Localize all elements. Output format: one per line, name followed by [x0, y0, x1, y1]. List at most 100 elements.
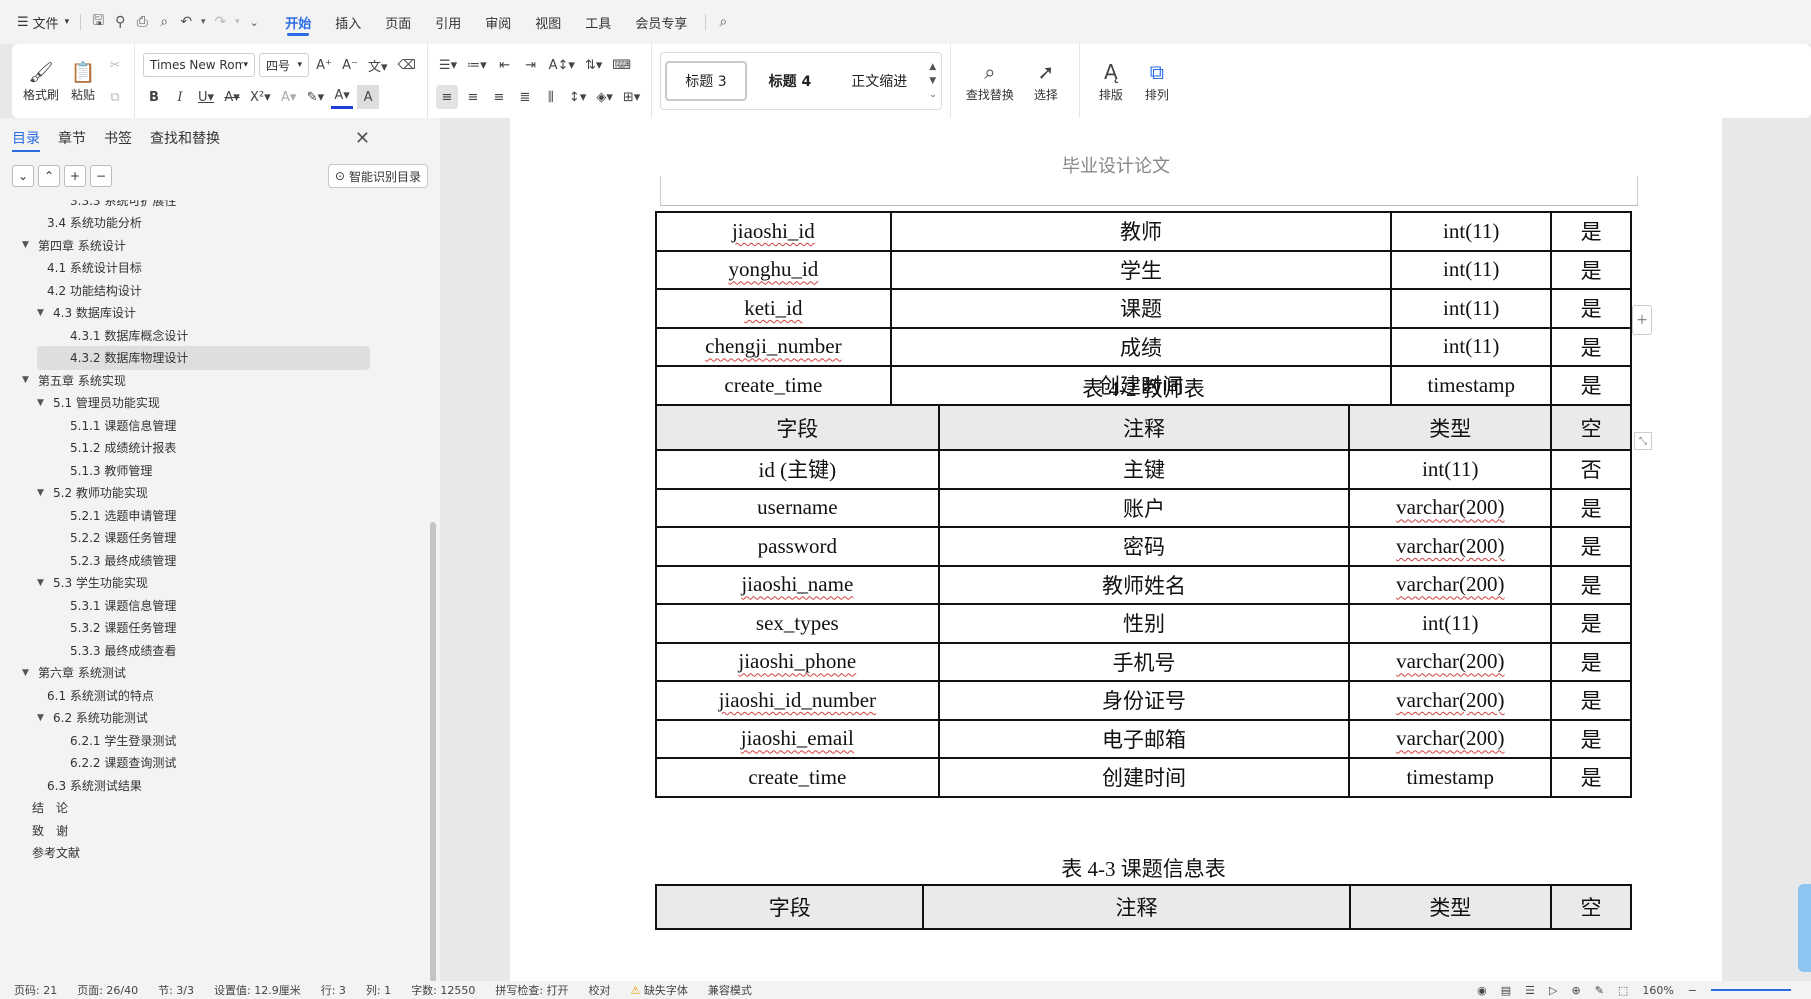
zoom-out-icon[interactable]: − — [1688, 984, 1697, 997]
table-cell[interactable]: 主键 — [937, 449, 1351, 490]
arrange-button[interactable]: ⧉ 排列 — [1134, 51, 1180, 111]
page-number[interactable]: 页码: 21 — [14, 982, 57, 998]
toc-item[interactable]: 结 论 — [32, 796, 68, 820]
font-color-icon[interactable]: A▾ — [331, 85, 354, 109]
table-cell[interactable]: 是 — [1550, 526, 1632, 567]
tab-toc[interactable]: 目录 — [12, 118, 40, 158]
remove-icon[interactable]: − — [90, 165, 112, 187]
toc-item[interactable]: ▼ 4.3 数据库设计 — [37, 301, 136, 325]
text-effect-icon[interactable]: A▾ — [278, 85, 300, 109]
align-right-icon[interactable]: ≡ — [488, 85, 510, 109]
strikethrough-icon[interactable]: A▾ — [221, 85, 243, 109]
toc-item[interactable]: 6.2.2 课题查询测试 — [70, 751, 176, 775]
missing-font[interactable]: ⚠ 缺失字体 — [631, 982, 688, 998]
font-name-select[interactable]: Times New Roma ▾ — [143, 53, 255, 77]
teacher-table[interactable]: 字段 注释 类型 空 id (主键) 主键 int(11) 否 username 账户 varch… — [655, 404, 1632, 798]
italic-icon[interactable]: I — [169, 85, 191, 109]
web-view-icon[interactable]: ⊕ — [1571, 984, 1580, 997]
toc-item[interactable]: 5.3.2 课题任务管理 — [70, 616, 176, 640]
table-cell[interactable]: 是 — [1550, 564, 1632, 605]
smart-toc-button[interactable]: ⊙ 智能识别目录 — [327, 164, 428, 188]
print-preview-icon[interactable]: ⌕ — [153, 11, 175, 33]
shrink-font-icon[interactable]: A⁻ — [339, 53, 361, 77]
toc-item[interactable]: 6.2.1 学生登录测试 — [70, 728, 176, 752]
table-cell[interactable]: 教师 — [889, 211, 1393, 252]
sort-icon[interactable]: ⇅▾ — [582, 53, 605, 77]
toc-item[interactable]: 5.2.2 课题任务管理 — [70, 526, 176, 550]
table-cell[interactable]: 创建时间 — [937, 757, 1351, 798]
spell-check[interactable]: 拼写检查: 打开 — [495, 982, 568, 998]
play-icon[interactable]: ▷ — [1549, 984, 1557, 997]
page-count[interactable]: 页面: 26/40 — [77, 982, 138, 998]
table-cell[interactable]: int(11) — [1348, 449, 1553, 490]
table-cell[interactable]: 是 — [1550, 603, 1632, 644]
table-cell[interactable]: 性别 — [937, 603, 1351, 644]
highlight-icon[interactable]: ✎▾ — [304, 85, 327, 109]
toc-item[interactable]: 5.1.1 课题信息管理 — [70, 413, 176, 437]
expand-icon[interactable]: ⌄ — [12, 165, 34, 187]
toc-item[interactable]: 4.2 功能结构设计 — [47, 278, 142, 302]
document-page[interactable]: 毕业设计论文 jiaoshi_id 教师 int(11) 是 yonghu_id 学生 in… — [510, 118, 1722, 981]
table-cell[interactable]: 账户 — [937, 487, 1351, 528]
scroll-up-icon[interactable]: ▲ — [929, 60, 937, 74]
caret-down-icon[interactable]: ▼ — [22, 240, 34, 250]
toc-item[interactable]: 4.3.1 数据库概念设计 — [70, 323, 188, 347]
phonetic-guide-icon[interactable]: 文▾ — [365, 53, 391, 77]
table-cell[interactable]: 否 — [1550, 449, 1632, 490]
table-cell[interactable]: varchar(200) — [1348, 487, 1553, 528]
table-cell[interactable]: 是 — [1550, 326, 1632, 367]
table-cell[interactable]: id (主键) — [655, 449, 940, 490]
table-cell[interactable]: int(11) — [1390, 326, 1553, 367]
table-cell[interactable]: jiaoshi_phone — [655, 641, 940, 682]
toc-item[interactable]: 5.2.1 选题申请管理 — [70, 503, 176, 527]
table-cell[interactable]: jiaoshi_email — [655, 718, 940, 759]
justify-icon[interactable]: ≣ — [514, 85, 536, 109]
more-styles-icon[interactable]: ⌄ — [929, 88, 937, 102]
toc-item[interactable]: 4.3.2 数据库物理设计 — [37, 345, 370, 370]
toc-item[interactable]: 参考文献 — [32, 841, 80, 865]
toc-item[interactable]: ▼ 5.2 教师功能实现 — [37, 481, 148, 505]
table-cell[interactable]: 学生 — [889, 249, 1393, 290]
add-column-icon[interactable]: + — [1632, 305, 1652, 335]
table-cell[interactable]: keti_id — [655, 288, 892, 329]
table-cell[interactable]: timestamp — [1348, 757, 1553, 798]
table-cell[interactable]: int(11) — [1390, 249, 1553, 290]
table-cell[interactable]: int(11) — [1390, 288, 1553, 329]
setting-value[interactable]: 设置值: 12.9厘米 — [214, 982, 301, 998]
tab-tools[interactable]: 工具 — [573, 0, 623, 44]
caret-down-icon[interactable]: ▼ — [37, 578, 49, 588]
line-spacing-icon[interactable]: ↕▾ — [566, 85, 589, 109]
redo-dropdown-icon[interactable]: ▾ — [231, 11, 243, 33]
grow-font-icon[interactable]: A⁺ — [313, 53, 335, 77]
format-painter-button[interactable]: 🖌 格式刷 — [20, 51, 62, 111]
table-header-cell[interactable]: 空 — [1550, 404, 1632, 451]
table-cell[interactable]: varchar(200) — [1348, 564, 1553, 605]
toc-item[interactable]: ▼ 5.1 管理员功能实现 — [37, 391, 160, 415]
table-header-cell[interactable]: 注释 — [922, 884, 1351, 930]
table-cell[interactable]: jiaoshi_name — [655, 564, 940, 605]
align-center-icon[interactable]: ≡ — [462, 85, 484, 109]
table-header-cell[interactable]: 字段 — [655, 404, 940, 451]
borders-icon[interactable]: ⊞▾ — [620, 85, 643, 109]
caret-down-icon[interactable]: ▼ — [22, 668, 34, 678]
bold-icon[interactable]: B — [143, 85, 165, 109]
numbered-list-icon[interactable]: ≔▾ — [464, 53, 490, 77]
tab-find-replace[interactable]: 查找和替换 — [150, 118, 220, 158]
clear-format-icon[interactable]: ⌫ — [395, 53, 419, 77]
scrollbar[interactable] — [430, 522, 436, 982]
toc-item[interactable]: ▼ 5.3 学生功能实现 — [37, 571, 148, 595]
distributed-icon[interactable]: ⫼ — [540, 85, 562, 109]
table-cell[interactable]: chengji_number — [655, 326, 892, 367]
table-cell[interactable]: 是 — [1550, 680, 1632, 721]
table-cell[interactable]: 是 — [1550, 718, 1632, 759]
table-cell[interactable]: 电子邮箱 — [937, 718, 1351, 759]
pen-icon[interactable]: ✎ — [1595, 984, 1604, 997]
scroll-down-icon[interactable]: ▼ — [929, 74, 937, 88]
toc-item[interactable]: 5.2.3 最终成绩管理 — [70, 548, 176, 572]
table-cell[interactable]: 是 — [1550, 249, 1632, 290]
tab-chapters[interactable]: 章节 — [58, 118, 86, 158]
print-icon[interactable]: ⎙ — [131, 11, 153, 33]
file-menu[interactable]: ☰ 文件 ▾ — [12, 8, 74, 36]
toc-item[interactable]: 致 谢 — [32, 818, 68, 842]
table-cell[interactable]: 课题 — [889, 288, 1393, 329]
